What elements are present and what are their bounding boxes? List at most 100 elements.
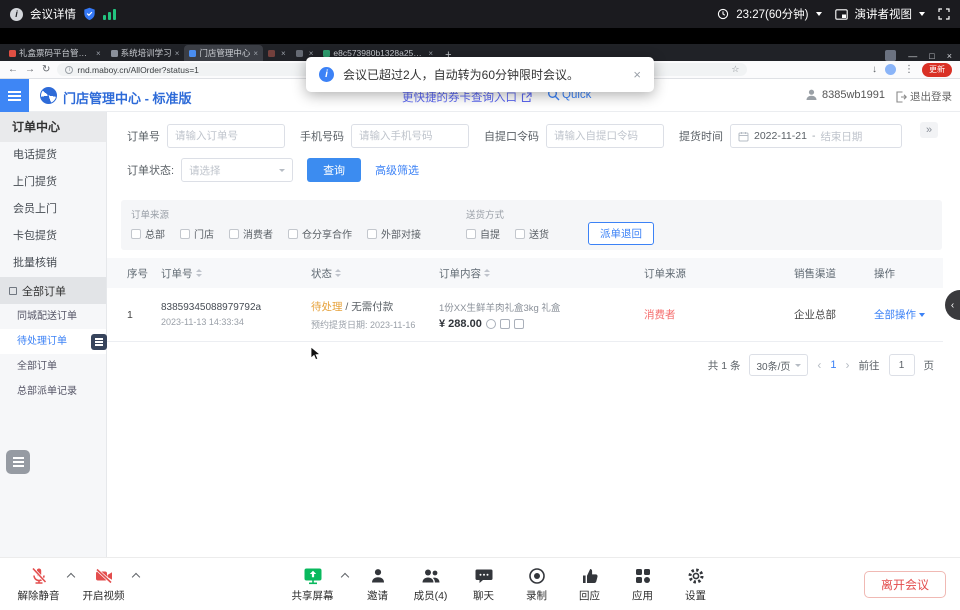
meeting-toast: i 会议已超过2人，自动转为60分钟限时会议。 ×: [306, 57, 654, 92]
tab-close-icon[interactable]: ×: [175, 49, 180, 58]
date-range-picker[interactable]: 2022-11-21 - 结束日期: [730, 124, 902, 148]
chat-button[interactable]: 聊天: [457, 565, 510, 603]
browser-tab[interactable]: 系统培训学习 ×: [106, 45, 185, 61]
row-actions-dropdown[interactable]: 全部操作: [874, 307, 925, 322]
table-row: 1 83859345088979792a 2023-11-13 14:33:34…: [107, 288, 943, 342]
sidebar-item-city-delivery[interactable]: 同城配送订单: [0, 304, 106, 329]
pickup-code-input[interactable]: [546, 124, 664, 148]
meeting-info-icon[interactable]: i: [10, 8, 23, 21]
current-page[interactable]: 1: [830, 359, 836, 371]
security-shield-icon[interactable]: [83, 7, 96, 21]
menu-hamburger-button[interactable]: [0, 79, 29, 112]
sidebar-group-all-orders[interactable]: 全部订单: [0, 277, 106, 304]
advanced-filter-link[interactable]: 高级筛选: [375, 162, 419, 178]
timer-caret-icon[interactable]: [816, 12, 822, 16]
browser-profile-icon[interactable]: [885, 50, 896, 61]
reload-icon[interactable]: ↻: [42, 64, 50, 75]
settings-button[interactable]: 设置: [669, 565, 722, 603]
order-status-select[interactable]: 请选择: [181, 158, 293, 182]
browser-tab[interactable]: 礼盒票码平台管理中心 ×: [4, 45, 106, 61]
checkbox-source-hq[interactable]: 总部: [131, 226, 165, 241]
browser-update-badge[interactable]: 更新: [922, 63, 952, 77]
forward-icon[interactable]: →: [25, 64, 35, 75]
sidebar-item-door-pickup[interactable]: 上门提货: [0, 169, 106, 196]
sidebar-item-phone-pickup[interactable]: 电话提货: [0, 142, 106, 169]
reactions-button[interactable]: 回应: [563, 565, 616, 603]
tab-close-icon[interactable]: ×: [96, 49, 101, 58]
sort-icon[interactable]: [335, 269, 341, 277]
status-extra: / 无需付款: [345, 301, 393, 313]
menu-kebab-icon[interactable]: ⋮: [904, 64, 914, 75]
site-info-icon[interactable]: i: [65, 66, 73, 74]
unmute-button[interactable]: 解除静音: [12, 565, 65, 603]
quick-menu-widget[interactable]: [6, 450, 30, 474]
checkbox-source-store[interactable]: 门店: [180, 226, 214, 241]
start-video-button[interactable]: 开启视频: [77, 565, 130, 603]
goto-page-input[interactable]: [889, 354, 915, 376]
back-icon[interactable]: ←: [8, 64, 18, 75]
user-menu[interactable]: 8385wb1991: [805, 88, 885, 101]
checkbox-source-consumer[interactable]: 消费者: [229, 226, 273, 241]
meeting-details-label[interactable]: 会议详情: [30, 6, 76, 22]
share-options-chevron-icon[interactable]: [341, 573, 349, 581]
order-no-input[interactable]: [167, 124, 285, 148]
user-icon: [805, 88, 818, 101]
download-icon[interactable]: ↓: [872, 64, 877, 75]
sort-icon[interactable]: [196, 269, 202, 277]
checkbox-source-external[interactable]: 外部对接: [367, 226, 421, 241]
sidebar-drawer-handle[interactable]: [91, 334, 107, 350]
chrome-profile-icon[interactable]: [885, 64, 896, 75]
prev-page-button[interactable]: ‹: [817, 358, 821, 372]
sidebar-item-member-visit[interactable]: 会员上门: [0, 196, 106, 223]
browser-tab-active[interactable]: 门店管理中心 ×: [184, 45, 263, 61]
page-size-select[interactable]: 30条/页: [749, 354, 808, 376]
tab-close-icon[interactable]: ×: [281, 49, 286, 58]
phone-input[interactable]: [351, 124, 469, 148]
gift-icon[interactable]: [500, 319, 510, 329]
mic-options-chevron-icon[interactable]: [67, 573, 75, 581]
note-icon[interactable]: [514, 319, 524, 329]
sidebar-item-card-pickup[interactable]: 卡包提货: [0, 223, 106, 250]
bookmark-star-icon[interactable]: ☆: [731, 64, 739, 75]
collapse-panel-button[interactable]: »: [920, 122, 938, 138]
sidebar-item-hq-dispatch-log[interactable]: 总部派单记录: [0, 379, 106, 404]
col-status[interactable]: 状态: [311, 266, 439, 281]
share-screen-button[interactable]: 共享屏幕: [286, 565, 339, 603]
checkbox-delivery[interactable]: 送货: [515, 226, 549, 241]
sidebar-item-all-orders[interactable]: 全部订单: [0, 354, 106, 379]
col-order-no[interactable]: 订单号: [161, 266, 311, 281]
tab-close-icon[interactable]: ×: [253, 49, 258, 58]
dispatch-return-button[interactable]: 派单退回: [588, 222, 654, 245]
window-close-icon[interactable]: ×: [947, 51, 952, 61]
invite-button[interactable]: 邀请: [351, 565, 404, 603]
view-mode-label[interactable]: 演讲者视图: [855, 6, 913, 22]
leave-meeting-button[interactable]: 离开会议: [864, 571, 946, 598]
browser-tab[interactable]: ×: [263, 45, 291, 61]
image-icon[interactable]: [486, 319, 496, 329]
next-page-button[interactable]: ›: [846, 358, 850, 372]
window-maximize-icon[interactable]: □: [929, 51, 934, 61]
status-sub: 预约提货日期: 2023-11-16: [311, 318, 415, 331]
sidebar-item-batch-verify[interactable]: 批量核销: [0, 250, 106, 277]
sort-icon[interactable]: [484, 269, 490, 277]
checkbox-source-share-coop[interactable]: 仓分享合作: [288, 226, 352, 241]
chat-label: 聊天: [473, 588, 494, 603]
mouse-cursor: [310, 346, 322, 367]
record-button[interactable]: 录制: [510, 565, 563, 603]
goto-label: 前往: [859, 358, 880, 373]
col-content[interactable]: 订单内容: [439, 266, 644, 281]
logout-button[interactable]: 退出登录: [895, 89, 952, 104]
search-button[interactable]: 查询: [307, 158, 361, 182]
window-minimize-icon[interactable]: —: [908, 51, 917, 61]
logout-label: 退出登录: [910, 89, 952, 104]
apps-button[interactable]: 应用: [616, 565, 669, 603]
fullscreen-icon[interactable]: [938, 8, 950, 20]
view-caret-icon[interactable]: [919, 12, 925, 16]
members-button[interactable]: 成员(4): [404, 565, 457, 603]
meeting-topbar: i 会议详情 23:27(60分钟) 演讲者视图: [0, 0, 960, 28]
checkbox-self-pickup[interactable]: 自提: [466, 226, 500, 241]
username: 8385wb1991: [822, 89, 885, 101]
toast-close-icon[interactable]: ×: [633, 67, 641, 82]
video-options-chevron-icon[interactable]: [132, 573, 140, 581]
checkbox-label: 门店: [194, 226, 214, 241]
